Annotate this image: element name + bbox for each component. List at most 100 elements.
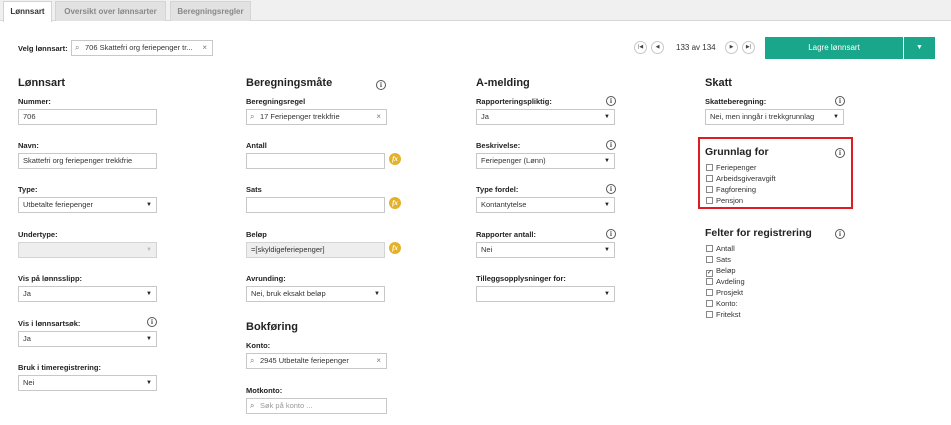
felter-item-prosjekt[interactable]: Prosjekt [706,288,743,299]
clear-icon[interactable]: × [376,354,381,368]
info-icon[interactable]: i [835,96,845,106]
grunnlag-item-feriepenger[interactable]: Feriepenger [706,163,756,174]
lonnsart-select-value: 706 Skattefri org feriepenger tr... [85,43,193,52]
undertype-select: ▼ [18,242,157,258]
felter-heading: Felter for registrering [705,227,812,239]
checkbox[interactable] [706,186,713,193]
save-button[interactable]: Lagre lønnsart [765,37,903,59]
last-page-icon[interactable]: ▶| [742,41,755,54]
checkbox[interactable] [706,175,713,182]
beskrivelse-select[interactable]: Feriepenger (Lønn) ▼ [476,153,615,169]
rapporteringspliktig-select[interactable]: Ja ▼ [476,109,615,125]
rapporter-antall-label: Rapporter antall: [476,230,537,239]
felter-item-konto[interactable]: Konto: [706,299,738,310]
checkbox-label: Konto: [716,299,738,308]
next-page-icon[interactable]: ▶ [725,41,738,54]
formula-icon[interactable]: fx [389,153,401,165]
save-dropdown-button[interactable]: ▼ [904,37,935,59]
checkbox[interactable] [706,245,713,252]
checkbox[interactable] [706,278,713,285]
antall-label: Antall [246,141,267,150]
felter-item-sats[interactable]: Sats [706,255,731,266]
grunnlag-heading: Grunnlag for [705,146,769,158]
caret-down-icon: ▼ [604,158,610,164]
navn-input[interactable]: Skattefri org feriepenger trekkfrie [18,153,157,169]
checkbox[interactable] [706,300,713,307]
checkbox[interactable] [706,256,713,263]
rapporter-antall-value: Nei [481,245,493,254]
vis-lonnsartsok-select[interactable]: Ja ▼ [18,331,157,347]
tab-lonnsart[interactable]: Lønnsart [3,1,52,22]
select-lonnsart-label: Velg lønnsart: [18,44,68,53]
search-icon: ⌕ [75,43,80,52]
vis-lonnsslipp-select[interactable]: Ja ▼ [18,286,157,302]
amelding-heading: A-melding [476,77,530,89]
type-fordel-select[interactable]: Kontantytelse ▼ [476,197,615,213]
lonnsart-select[interactable]: ⌕ 706 Skattefri org feriepenger tr... × [71,40,213,56]
bruk-timereg-label: Bruk i timeregistrering: [18,363,101,372]
vis-lonnsslipp-value: Ja [23,289,31,298]
checkbox-label: Avdeling [716,277,745,286]
beregningsregel-label: Beregningsregel [246,97,306,106]
formula-icon[interactable]: fx [389,242,401,254]
felter-item-belop[interactable]: ✓ Beløp [706,266,736,277]
checkbox[interactable] [706,164,713,171]
beskrivelse-value: Feriepenger (Lønn) [481,156,546,165]
rapporteringspliktig-value: Ja [481,112,489,121]
skatteberegning-select[interactable]: Nei, men inngår i trekkgrunnlag ▼ [705,109,844,125]
info-icon[interactable]: i [606,96,616,106]
info-icon[interactable]: i [835,229,845,239]
clear-icon[interactable]: × [376,110,381,124]
info-icon[interactable]: i [147,317,157,327]
tab-oversikt[interactable]: Oversikt over lønnsarter [55,1,166,21]
nummer-input[interactable]: 706 [18,109,157,125]
konto-input[interactable]: ⌕ 2945 Utbetalte feriepenger × [246,353,387,369]
checkbox-checked[interactable]: ✓ [706,270,713,277]
checkbox-label: Sats [716,255,732,264]
rapporter-antall-select[interactable]: Nei ▼ [476,242,615,258]
grunnlag-item-pensjon[interactable]: Pensjon [706,196,743,207]
felter-item-avdeling[interactable]: Avdeling [706,277,745,288]
tilleggsopplysninger-select[interactable]: ▼ [476,286,615,302]
grunnlag-item-fagforening[interactable]: Fagforening [706,185,756,196]
avrunding-select[interactable]: Nei, bruk eksakt beløp ▼ [246,286,385,302]
info-icon[interactable]: i [835,148,845,158]
checkbox[interactable] [706,311,713,318]
vis-lonnsartsok-value: Ja [23,334,31,343]
prev-page-icon[interactable]: ◀ [651,41,664,54]
navn-label: Navn: [18,141,39,150]
info-icon[interactable]: i [606,229,616,239]
info-icon[interactable]: i [606,184,616,194]
info-icon[interactable]: i [606,140,616,150]
type-fordel-value: Kontantytelse [481,200,527,209]
beregningsregel-input[interactable]: ⌕ 17 Feriepenger trekkfrie × [246,109,387,125]
type-select[interactable]: Utbetalte feriepenger ▼ [18,197,157,213]
search-icon: ⌕ [250,401,255,410]
bruk-timereg-select[interactable]: Nei ▼ [18,375,157,391]
antall-input[interactable] [246,153,385,169]
felter-item-fritekst[interactable]: Fritekst [706,310,741,321]
tilleggsopplysninger-label: Tilleggsopplysninger for: [476,274,566,283]
checkbox[interactable] [706,197,713,204]
bokforing-heading: Bokføring [246,321,298,333]
beregningsregel-value: 17 Feriepenger trekkfrie [260,112,340,121]
caret-down-icon: ▼ [146,380,152,386]
vis-lonnsartsok-label: Vis i lønnsartsøk: [18,319,81,328]
checkbox-label: Feriepenger [716,163,757,172]
first-page-icon[interactable]: |◀ [634,41,647,54]
caret-down-icon: ▼ [604,114,610,120]
clear-icon[interactable]: × [202,41,207,55]
avrunding-value: Nei, bruk eksakt beløp [251,289,326,298]
pagination-text: 133 av 134 [676,43,716,52]
motkonto-input[interactable]: ⌕ Søk på konto ... [246,398,387,414]
formula-icon[interactable]: fx [389,197,401,209]
checkbox[interactable] [706,289,713,296]
skatt-heading: Skatt [705,77,732,89]
sats-input[interactable] [246,197,385,213]
caret-down-icon: ▼ [604,202,610,208]
felter-item-antall[interactable]: Antall [706,244,735,255]
search-icon: ⌕ [250,356,255,365]
info-icon[interactable]: i [376,80,386,90]
grunnlag-item-arbeidsgiveravgift[interactable]: Arbeidsgiveravgift [706,174,776,185]
tab-beregningsregler[interactable]: Beregningsregler [170,1,251,21]
